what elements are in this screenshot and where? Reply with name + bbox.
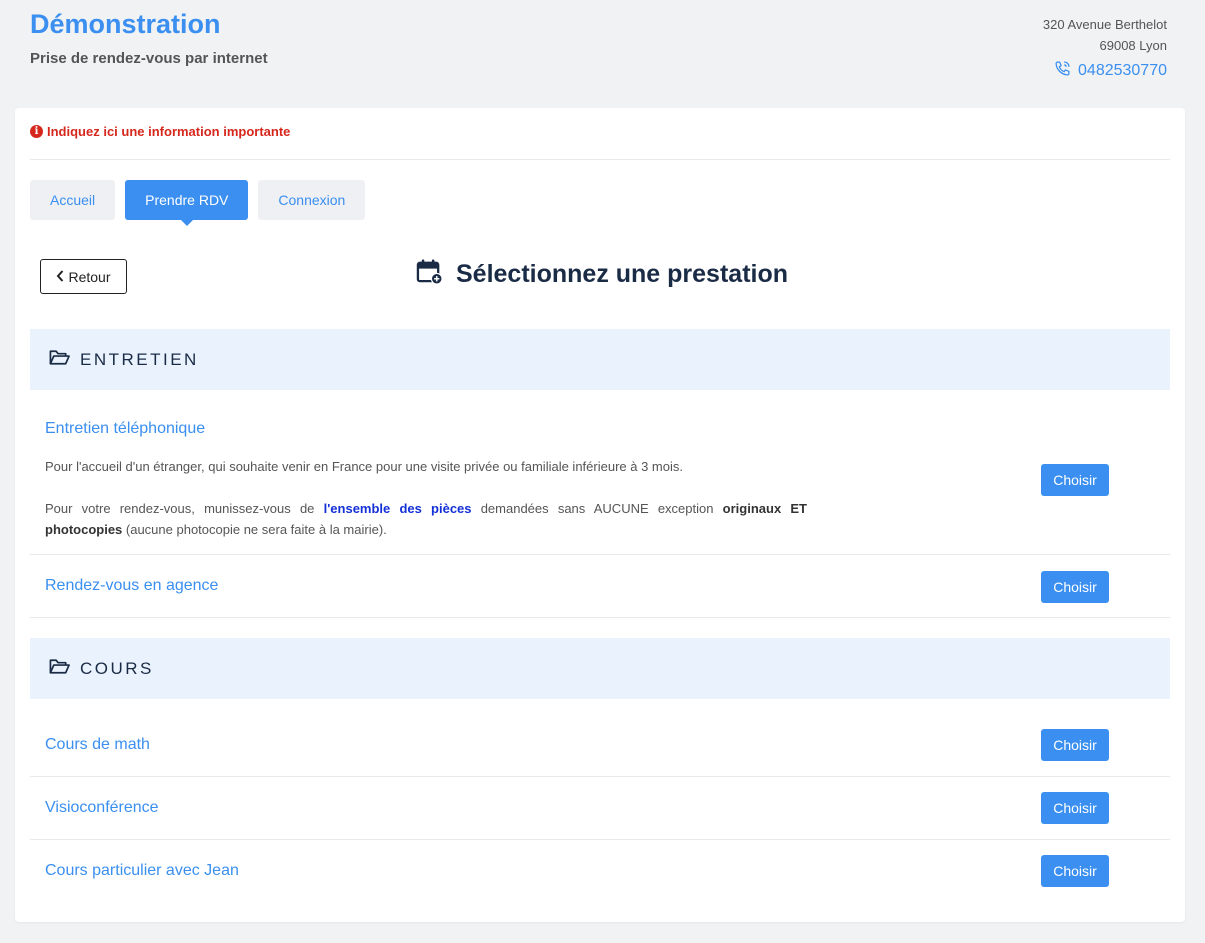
service-name[interactable]: Cours particulier avec Jean	[45, 862, 239, 880]
folder-open-icon	[49, 658, 70, 680]
info-circle-icon: i	[30, 125, 43, 138]
tab-connexion[interactable]: Connexion	[258, 180, 366, 220]
divider	[30, 159, 1170, 160]
choose-button[interactable]: Choisir	[1041, 464, 1109, 496]
category-label: COURS	[80, 658, 154, 678]
service-row: Rendez-vous en agence Choisir	[30, 555, 1170, 618]
phone-icon	[1054, 60, 1071, 82]
category-label: ENTRETIEN	[80, 349, 199, 369]
description-paragraph: Pour votre rendez-vous, munissez-vous de…	[45, 501, 807, 537]
service-description: Pour l'accueil d'un étranger, qui souhai…	[45, 456, 807, 540]
choose-button[interactable]: Choisir	[1041, 729, 1109, 761]
nav-tabs: Accueil Prendre RDV Connexion	[30, 180, 366, 226]
service-row: Visioconférence Choisir	[30, 777, 1170, 840]
calendar-plus-icon	[416, 258, 443, 290]
tab-accueil[interactable]: Accueil	[30, 180, 116, 220]
address-city: 69008 Lyon	[1099, 38, 1167, 53]
site-header: Démonstration Prise de rendez-vous par i…	[0, 0, 1205, 108]
category-cours: COURS	[30, 638, 1170, 699]
phone-link[interactable]: 0482530770	[1054, 60, 1167, 82]
service-name[interactable]: Visioconférence	[45, 799, 159, 817]
category-entretien: ENTRETIEN	[30, 329, 1170, 390]
service-name[interactable]: Cours de math	[45, 736, 150, 754]
alert-text: Indiquez ici une information importante	[47, 124, 291, 139]
back-button-label: Retour	[68, 268, 111, 285]
main-card: i Indiquez ici une information important…	[15, 108, 1185, 922]
page-title-text: Sélectionnez une prestation	[456, 259, 789, 288]
service-name[interactable]: Entretien téléphonique	[45, 420, 205, 438]
choose-button[interactable]: Choisir	[1041, 792, 1109, 824]
choose-button[interactable]: Choisir	[1041, 855, 1109, 887]
address-block: 320 Avenue Berthelot 69008 Lyon	[1043, 14, 1167, 56]
folder-open-icon	[49, 349, 70, 371]
service-row: Cours de math Choisir	[30, 714, 1170, 777]
back-button[interactable]: Retour	[40, 259, 127, 294]
documents-link[interactable]: l'ensemble des pièces	[324, 501, 472, 516]
description-paragraph: Pour l'accueil d'un étranger, qui souhai…	[45, 459, 683, 474]
important-alert: i Indiquez ici une information important…	[30, 124, 290, 139]
choose-button[interactable]: Choisir	[1041, 571, 1109, 603]
chevron-left-icon	[56, 269, 64, 285]
service-row: Cours particulier avec Jean Choisir	[30, 840, 1170, 903]
page-title: Sélectionnez une prestation	[416, 258, 788, 290]
address-street: 320 Avenue Berthelot	[1042, 17, 1167, 32]
site-title: Démonstration	[30, 9, 221, 39]
service-name[interactable]: Rendez-vous en agence	[45, 577, 218, 595]
site-subtitle: Prise de rendez-vous par internet	[30, 50, 268, 67]
phone-number: 0482530770	[1078, 62, 1167, 79]
tab-prendre-rdv[interactable]: Prendre RDV	[125, 180, 249, 226]
service-row: Entretien téléphonique Pour l'accueil d'…	[30, 390, 1170, 555]
